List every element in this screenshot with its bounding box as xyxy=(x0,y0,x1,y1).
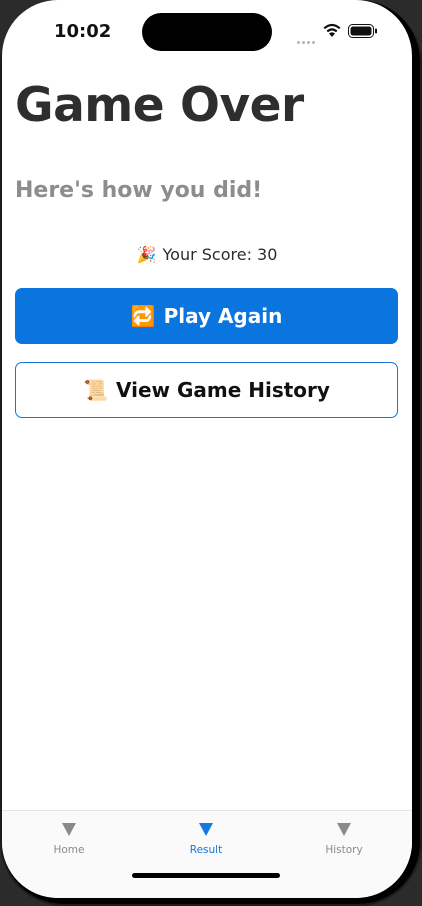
tab-home[interactable]: Home xyxy=(19,811,119,871)
score-text: Your Score: 30 xyxy=(162,245,278,264)
device-frame: 10:02 Game Over Here's how you did! 🎉 Yo… xyxy=(0,0,422,906)
subtitle: Here's how you did! xyxy=(15,178,263,203)
tab-history[interactable]: History xyxy=(294,811,394,871)
tab-label: Result xyxy=(189,844,223,856)
tab-label: Home xyxy=(53,844,85,856)
device-bezel: 10:02 Game Over Here's how you did! 🎉 Yo… xyxy=(2,0,420,904)
party-popper-icon: 🎉 xyxy=(136,245,157,264)
triangle-down-icon xyxy=(199,823,213,836)
triangle-down-icon xyxy=(337,823,351,836)
cellular-signal-icon xyxy=(297,29,317,44)
wifi-icon xyxy=(323,23,341,37)
screen: 10:02 Game Over Here's how you did! 🎉 Yo… xyxy=(2,0,412,898)
tab-bar: Home Result History xyxy=(2,810,412,898)
status-bar: 10:02 xyxy=(2,0,412,60)
play-again-button[interactable]: 🔁 Play Again xyxy=(15,288,398,344)
play-again-label: Play Again xyxy=(163,304,283,328)
repeat-icon: 🔁 xyxy=(130,304,156,328)
tab-result[interactable]: Result xyxy=(156,811,256,871)
scroll-icon: 📜 xyxy=(83,378,108,402)
score-display: 🎉 Your Score: 30 xyxy=(2,245,412,264)
triangle-down-icon xyxy=(62,823,76,836)
status-time: 10:02 xyxy=(54,21,112,42)
home-indicator[interactable] xyxy=(132,873,280,878)
page-title: Game Over xyxy=(15,78,304,133)
view-game-history-button[interactable]: 📜 View Game History xyxy=(15,362,398,418)
view-game-history-label: View Game History xyxy=(115,378,330,402)
battery-icon xyxy=(348,24,377,38)
tab-label: History xyxy=(325,844,363,856)
dynamic-island xyxy=(142,13,272,51)
